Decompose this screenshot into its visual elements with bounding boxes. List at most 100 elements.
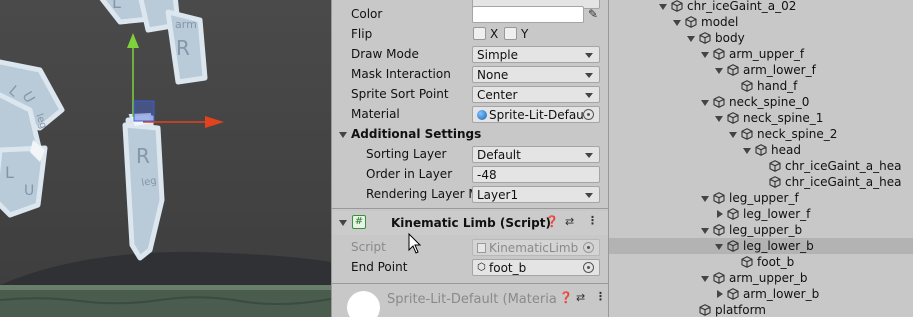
gameobject-cube-icon xyxy=(741,128,753,140)
mask-label: Mask Interaction xyxy=(351,67,451,81)
expand-arrow-icon[interactable] xyxy=(673,20,681,26)
expand-arrow-icon[interactable] xyxy=(729,132,737,138)
expand-arrow-icon[interactable] xyxy=(701,276,709,282)
cs-file-icon xyxy=(477,243,486,253)
hierarchy-item-label: leg_lower_f xyxy=(743,207,811,221)
hierarchy-item[interactable]: platform xyxy=(609,302,913,317)
divider xyxy=(332,208,608,209)
hierarchy-item-label: chr_iceGaint_a_hea xyxy=(785,175,902,189)
scene-canvas: L arm R L U leg R leg L U xyxy=(0,0,331,317)
expand-arrow-icon[interactable] xyxy=(701,196,709,202)
material-preview-label: Sprite-Lit-Default (Materia xyxy=(387,292,557,307)
hierarchy-item[interactable]: model xyxy=(609,14,913,30)
scene-label: L xyxy=(5,163,14,182)
order-label: Order in Layer xyxy=(366,167,453,181)
hierarchy-item[interactable]: chr_iceGaint_a_hea xyxy=(609,174,913,190)
sorting-layer-row: Sorting Layer Default xyxy=(332,144,608,164)
hierarchy-item[interactable]: arm_lower_f xyxy=(609,62,913,78)
material-field[interactable]: Sprite-Lit-Defau xyxy=(472,106,600,123)
material-preview-header[interactable]: Sprite-Lit-Default (Materia ❓ ⇄ ⋮ xyxy=(332,286,608,317)
hierarchy-item[interactable]: neck_spine_0 xyxy=(609,94,913,110)
help-icon[interactable]: ❓ xyxy=(545,215,559,228)
expand-arrow-icon[interactable] xyxy=(659,4,667,10)
scene-label: arm xyxy=(175,18,197,31)
more-options-icon[interactable]: ⋮ xyxy=(587,214,598,227)
hierarchy-item[interactable]: arm_upper_b xyxy=(609,270,913,286)
hierarchy-panel: chr_iceGaint_a_02 model body arm_upper_f arm… xyxy=(608,0,913,317)
gameobject-cube-icon xyxy=(713,96,725,108)
draw-mode-dropdown[interactable]: Simple xyxy=(472,46,600,63)
end-point-row: End Point ⬡ foot_b xyxy=(332,257,608,277)
gameobject-cube-icon xyxy=(741,80,753,92)
hierarchy-item[interactable]: leg_lower_b xyxy=(609,238,913,254)
hierarchy-item[interactable]: foot_b xyxy=(609,254,913,270)
component-header[interactable]: # Kinematic Limb (Script) ❓ ⇄ ⋮ xyxy=(332,211,608,235)
order-value: -48 xyxy=(477,168,497,182)
hierarchy-item-label: model xyxy=(701,15,739,29)
end-point-field[interactable]: ⬡ foot_b xyxy=(472,259,600,276)
hierarchy-item[interactable]: hand_f xyxy=(609,78,913,94)
foldout-arrow-icon[interactable] xyxy=(339,220,347,226)
expand-arrow-icon[interactable] xyxy=(717,290,723,298)
hierarchy-item[interactable]: leg_upper_f xyxy=(609,190,913,206)
gameobject-cube-icon xyxy=(713,224,725,236)
xy-plane-handle[interactable] xyxy=(133,100,155,122)
rendering-layer-dropdown[interactable]: Layer1 xyxy=(472,186,600,203)
hierarchy-item[interactable]: chr_iceGaint_a_02 xyxy=(609,0,913,14)
expand-arrow-icon[interactable] xyxy=(715,244,723,250)
flip-x-checkbox[interactable] xyxy=(473,27,486,40)
expand-arrow-icon[interactable] xyxy=(715,116,723,122)
expand-arrow-icon[interactable] xyxy=(701,52,709,58)
hierarchy-item[interactable]: arm_lower_b xyxy=(609,286,913,302)
hierarchy-item[interactable]: leg_lower_f xyxy=(609,206,913,222)
gameobject-cube-icon xyxy=(727,288,739,300)
hierarchy-item-label: chr_iceGaint_a_hea xyxy=(785,159,902,173)
color-row: Color ✎ xyxy=(332,4,608,24)
expand-arrow-icon[interactable] xyxy=(715,68,723,74)
sort-point-dropdown[interactable]: Center xyxy=(472,86,600,103)
hierarchy-item-label: neck_spine_0 xyxy=(729,95,810,109)
expand-arrow-icon[interactable] xyxy=(701,100,709,106)
presets-icon[interactable]: ⇄ xyxy=(565,215,574,228)
gameobject-cube-icon xyxy=(741,256,753,268)
hierarchy-item[interactable]: body xyxy=(609,30,913,46)
expand-arrow-icon[interactable] xyxy=(743,148,751,154)
script-icon: # xyxy=(352,215,366,229)
sorting-layer-dropdown[interactable]: Default xyxy=(472,146,600,163)
presets-icon[interactable]: ⇄ xyxy=(576,291,585,304)
help-icon[interactable]: ❓ xyxy=(559,291,573,304)
material-value: Sprite-Lit-Defau xyxy=(489,108,584,122)
order-input[interactable]: -48 xyxy=(472,166,600,183)
hierarchy-item[interactable]: chr_iceGaint_a_hea xyxy=(609,158,913,174)
gameobject-cube-icon xyxy=(727,64,739,76)
hierarchy-item[interactable]: neck_spine_1 xyxy=(609,110,913,126)
flip-label: Flip xyxy=(351,27,373,41)
rendering-layer-row: Rendering Layer M Layer1 xyxy=(332,184,608,204)
scene-view[interactable]: L arm R L U leg R leg L U xyxy=(0,0,331,317)
hierarchy-item[interactable]: head xyxy=(609,142,913,158)
gameobject-cube-icon xyxy=(727,112,739,124)
hierarchy-item[interactable]: leg_upper_b xyxy=(609,222,913,238)
hierarchy-item[interactable]: arm_upper_f xyxy=(609,46,913,62)
hierarchy-item-label: body xyxy=(715,31,745,45)
script-field: KinematicLimb xyxy=(472,239,600,256)
expand-arrow-icon[interactable] xyxy=(717,210,723,218)
eyedropper-icon[interactable]: ✎ xyxy=(588,7,598,21)
object-picker-icon[interactable] xyxy=(583,262,594,273)
hierarchy-item[interactable]: neck_spine_2 xyxy=(609,126,913,142)
draw-mode-row: Draw Mode Simple xyxy=(332,44,608,64)
object-picker-icon[interactable] xyxy=(583,109,594,120)
expand-arrow-icon[interactable] xyxy=(701,228,709,234)
expand-arrow-icon[interactable] xyxy=(687,36,695,42)
gameobject-cube-icon xyxy=(727,240,739,252)
more-options-icon[interactable]: ⋮ xyxy=(595,290,606,303)
hierarchy-item-label: leg_upper_b xyxy=(729,223,803,237)
color-swatch[interactable] xyxy=(472,6,584,23)
additional-settings-foldout[interactable]: Additional Settings xyxy=(332,124,608,144)
foldout-arrow-icon[interactable] xyxy=(339,132,347,138)
additional-settings-label: Additional Settings xyxy=(351,127,482,141)
component-title: Kinematic Limb (Script) xyxy=(391,216,551,230)
gameobject-cube-icon xyxy=(755,144,767,156)
flip-y-checkbox[interactable] xyxy=(504,27,517,40)
mask-dropdown[interactable]: None xyxy=(472,66,600,83)
